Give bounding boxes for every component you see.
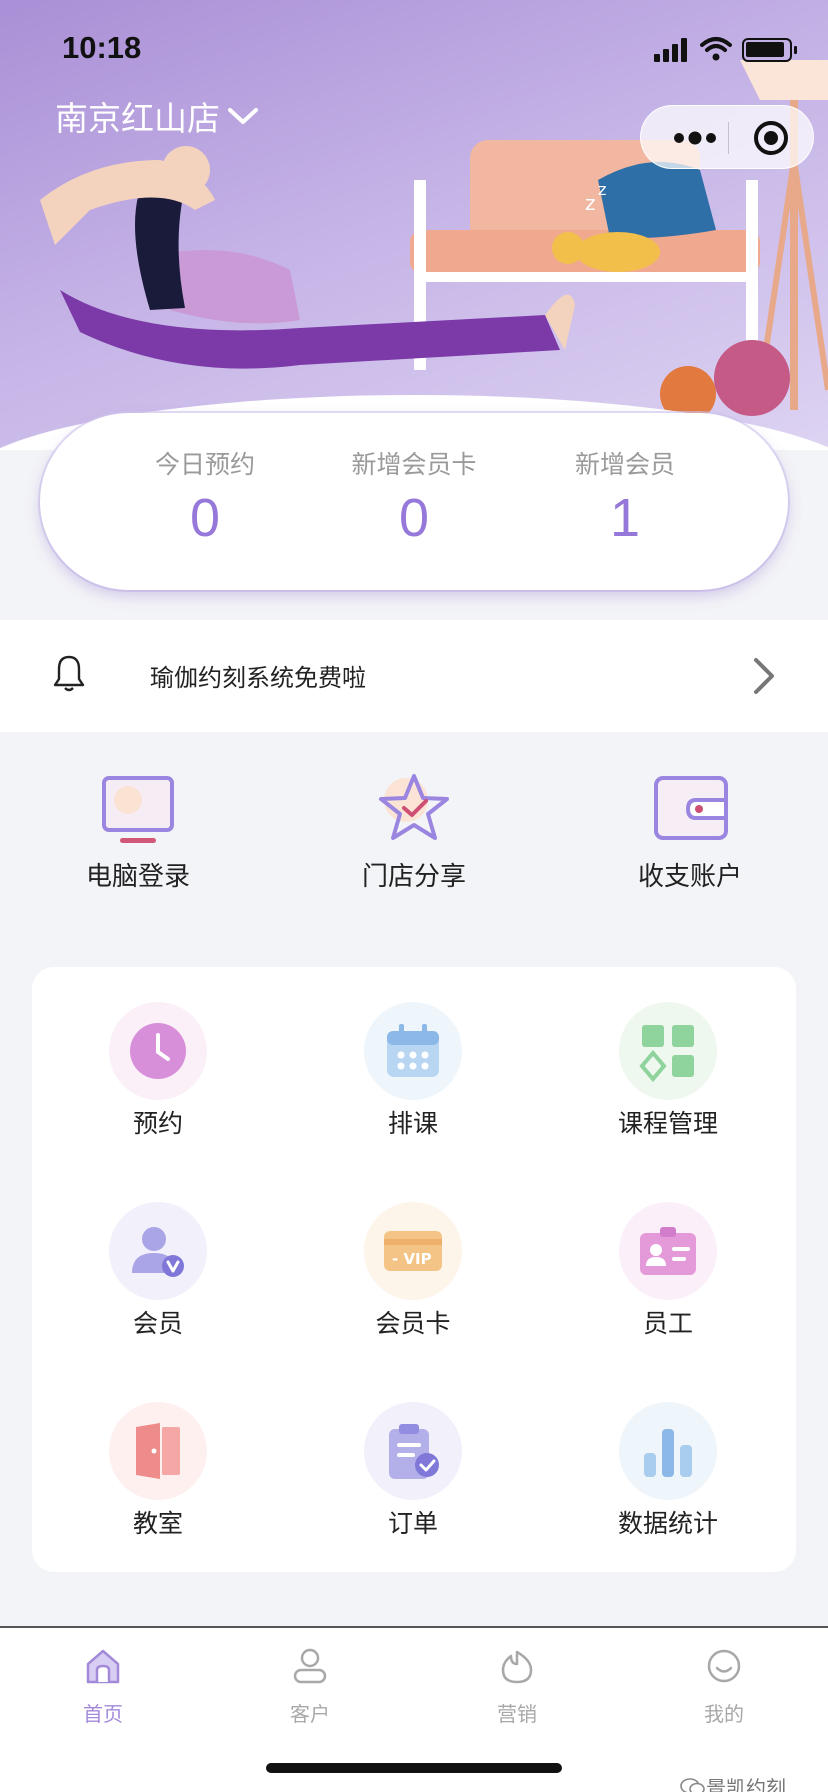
watermark-text: 景凯约刻	[706, 1776, 786, 1792]
stat-value: 0	[189, 488, 221, 548]
stat-new-cards[interactable]: 新增会员卡 0	[294, 445, 534, 549]
miniprogram-capsule	[640, 105, 814, 169]
grid-item-label: 排课	[387, 1109, 438, 1138]
staff-badge-icon	[640, 1227, 696, 1275]
grid-item-schedule[interactable]: 排课	[313, 1002, 513, 1140]
wallet-icon	[654, 776, 728, 840]
svg-text:- VIP: - VIP	[392, 1250, 432, 1268]
stat-label: 新增会员卡	[351, 450, 477, 479]
bell-icon	[53, 655, 85, 692]
grid-item-statistics[interactable]: 数据统计	[568, 1402, 768, 1540]
feature-grid: 预约 排课 课程管理 会员 - VIP 会员卡 员工 教室 订单 数据统计	[32, 967, 796, 1572]
stat-label: 新增会员	[574, 450, 675, 479]
grid-item-order[interactable]: 订单	[313, 1402, 513, 1540]
notice-text: 瑜伽约刻系统免费啦	[150, 664, 366, 692]
svg-text:z: z	[598, 180, 606, 199]
stat-label: 今日预约	[154, 450, 255, 479]
chevron-right-icon[interactable]	[748, 654, 778, 698]
clipboard-icon	[389, 1424, 439, 1479]
quick-actions: 电脑登录 门店分享 收支账户	[0, 770, 828, 910]
grid-item-label: 会员	[132, 1309, 183, 1338]
grid-item-label: 会员卡	[375, 1309, 451, 1338]
grid-item-classroom[interactable]: 教室	[58, 1402, 258, 1540]
tab-label: 客户	[290, 1702, 330, 1726]
grid-item-staff[interactable]: 员工	[568, 1202, 768, 1340]
status-bar: 10:18	[0, 28, 828, 72]
capsule-divider	[728, 122, 729, 154]
grid-item-label: 教室	[132, 1509, 183, 1538]
stats-card: 今日预约 0 新增会员卡 0 新增会员 1	[40, 413, 788, 590]
monitor-icon	[102, 776, 174, 843]
bar-chart-icon	[644, 1429, 692, 1477]
tab-label: 首页	[83, 1702, 123, 1726]
grid-item-label: 员工	[642, 1309, 693, 1338]
home-indicator	[266, 1763, 562, 1773]
grid-item-course[interactable]: 课程管理	[568, 1002, 768, 1140]
watermark: 景凯约刻	[680, 1772, 786, 1792]
user-icon	[293, 1648, 327, 1684]
star-icon	[379, 774, 449, 840]
tab-label: 营销	[497, 1702, 537, 1726]
svg-text:z: z	[585, 191, 596, 215]
battery-icon	[742, 38, 797, 62]
notice-bar[interactable]: 瑜伽约刻系统免费啦	[0, 620, 828, 732]
grid-item-label: 订单	[387, 1509, 438, 1538]
calendar-icon	[387, 1024, 439, 1077]
chevron-down-icon	[228, 108, 258, 124]
stat-value: 1	[609, 488, 641, 548]
close-miniprogram-icon[interactable]	[751, 118, 791, 158]
signal-icon	[654, 38, 687, 62]
tab-home[interactable]: 首页	[33, 1646, 173, 1727]
grid-item-member-card[interactable]: - VIP 会员卡	[313, 1202, 513, 1340]
grid-item-label: 预约	[132, 1109, 183, 1138]
tab-label: 我的	[704, 1702, 744, 1726]
vip-card-icon: - VIP	[384, 1231, 442, 1271]
quick-action-label: 收支账户	[637, 862, 742, 892]
grid-item-label: 课程管理	[617, 1109, 718, 1138]
door-icon	[136, 1423, 180, 1479]
grid-item-label: 数据统计	[617, 1509, 718, 1538]
smile-icon	[707, 1649, 741, 1683]
store-selector[interactable]: 南京红山店	[55, 92, 260, 140]
store-name: 南京红山店	[55, 99, 220, 138]
stat-today-bookings[interactable]: 今日预约 0	[85, 445, 325, 549]
clock-icon	[130, 1023, 186, 1079]
home-icon	[86, 1649, 120, 1684]
quick-action-pc-login[interactable]: 电脑登录	[28, 770, 248, 893]
more-icon[interactable]	[667, 126, 723, 150]
tab-mine[interactable]: 我的	[654, 1646, 794, 1727]
course-blocks-icon	[639, 1025, 694, 1083]
quick-action-label: 电脑登录	[85, 862, 190, 892]
wechat-icon	[680, 1777, 705, 1792]
status-time: 10:18	[62, 30, 142, 65]
member-icon	[132, 1227, 184, 1277]
tab-customers[interactable]: 客户	[240, 1646, 380, 1727]
quick-action-store-share[interactable]: 门店分享	[304, 770, 524, 893]
grid-item-member[interactable]: 会员	[58, 1202, 258, 1340]
tab-marketing[interactable]: 营销	[447, 1646, 587, 1727]
marketing-icon	[501, 1650, 533, 1684]
wifi-icon	[700, 37, 732, 61]
grid-item-booking[interactable]: 预约	[58, 1002, 258, 1140]
quick-action-account[interactable]: 收支账户	[580, 770, 800, 893]
stat-new-members[interactable]: 新增会员 1	[505, 445, 745, 549]
quick-action-label: 门店分享	[361, 862, 466, 892]
stat-value: 0	[398, 488, 430, 548]
